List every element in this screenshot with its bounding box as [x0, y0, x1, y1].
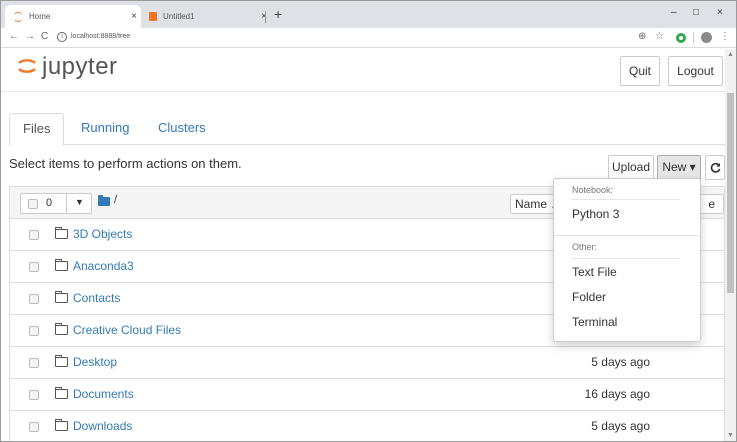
browser-tab-label: Untitled1 — [163, 12, 195, 21]
reload-icon[interactable]: C — [41, 31, 48, 42]
file-name-link[interactable]: Anaconda3 — [73, 259, 134, 273]
new-button[interactable]: New ▾ — [657, 155, 701, 180]
tab-running[interactable]: Running — [68, 113, 142, 145]
quit-button[interactable]: Quit — [620, 56, 660, 86]
select-all-checkbox[interactable] — [28, 199, 38, 209]
browser-toolbar: ← → C i localhost:8888/tree ⊕ ☆ ⋮ — [1, 28, 736, 48]
refresh-icon — [710, 162, 720, 173]
menu-item-text-file[interactable]: Text File — [572, 265, 617, 279]
jupyter-favicon-icon — [13, 11, 23, 22]
file-name-link[interactable]: Documents — [73, 387, 134, 401]
minimize-icon[interactable]: – — [671, 7, 677, 18]
file-name-link[interactable]: Contacts — [73, 291, 120, 305]
row-checkbox[interactable] — [29, 262, 39, 272]
sort-by-last-modified-button[interactable]: e — [700, 194, 724, 214]
scroll-thumb[interactable] — [727, 93, 734, 293]
browser-tab-strip: Home × Untitled1 × + – □ × — [1, 1, 736, 28]
address-bar[interactable]: localhost:8888/tree — [71, 33, 130, 40]
notebook-section-header: Notebook: — [572, 185, 614, 195]
bookmark-star-icon[interactable]: ☆ — [655, 31, 664, 42]
selected-count: 0 — [46, 197, 53, 209]
row-checkbox[interactable] — [29, 326, 39, 336]
jupyter-header: jupyter — [1, 49, 725, 92]
menu-item-python3[interactable]: Python 3 — [572, 207, 619, 221]
browser-window: Home × Untitled1 × + – □ × ← → C i local… — [0, 0, 737, 442]
profile-avatar[interactable] — [701, 32, 712, 43]
select-all-dropdown[interactable]: 0 ▼ — [20, 193, 92, 214]
tab-clusters[interactable]: Clusters — [145, 113, 219, 145]
browser-tab-home[interactable]: Home × — [5, 5, 141, 28]
file-name-link[interactable]: Creative Cloud Files — [73, 323, 181, 337]
browser-menu-icon[interactable]: ⋮ — [720, 31, 730, 42]
row-checkbox[interactable] — [29, 390, 39, 400]
folder-icon — [55, 419, 68, 431]
file-name-link[interactable]: Downloads — [73, 419, 132, 433]
file-modified: 5 days ago — [591, 419, 650, 433]
folder-icon — [55, 259, 68, 271]
refresh-button[interactable] — [705, 155, 725, 180]
file-modified: 5 days ago — [591, 355, 650, 369]
folder-icon — [55, 387, 68, 399]
browser-tab-notebook[interactable]: Untitled1 × — [141, 5, 271, 28]
page-scrollbar[interactable]: ▲ ▼ — [725, 49, 736, 441]
new-dropdown-menu: Notebook: Python 3 Other: Text File Fold… — [553, 178, 701, 342]
new-tab-button[interactable]: + — [274, 6, 282, 22]
file-modified: 16 days ago — [584, 387, 650, 401]
list-item[interactable]: Documents 16 days ago — [9, 379, 725, 411]
instructions-text: Select items to perform actions on them. — [9, 156, 242, 171]
zoom-icon[interactable]: ⊕ — [638, 31, 646, 42]
forward-icon[interactable]: → — [25, 31, 35, 42]
list-item[interactable]: Desktop 5 days ago — [9, 347, 725, 379]
breadcrumb[interactable]: / — [114, 194, 117, 206]
jupyter-logo-icon[interactable] — [16, 55, 38, 77]
close-window-icon[interactable]: × — [717, 7, 723, 18]
close-tab-icon[interactable]: × — [127, 11, 141, 22]
select-divider — [66, 194, 67, 213]
row-checkbox[interactable] — [29, 294, 39, 304]
menu-item-folder[interactable]: Folder — [572, 290, 606, 304]
folder-icon — [55, 227, 68, 239]
file-name-link[interactable]: Desktop — [73, 355, 117, 369]
browser-tab-label: Home — [29, 12, 51, 21]
upload-button[interactable]: Upload — [608, 155, 654, 180]
jupyter-logo-text[interactable]: jupyter — [42, 53, 118, 81]
folder-icon — [55, 291, 68, 303]
notebook-favicon-icon — [149, 12, 157, 21]
back-icon[interactable]: ← — [9, 31, 19, 42]
other-section-header: Other: — [572, 242, 598, 252]
caret-down-icon[interactable]: ▼ — [75, 197, 84, 207]
tab-divider — [265, 11, 266, 23]
row-checkbox[interactable] — [29, 422, 39, 432]
row-checkbox[interactable] — [29, 230, 39, 240]
extension-icon[interactable] — [676, 33, 686, 43]
menu-item-terminal[interactable]: Terminal — [572, 315, 617, 329]
scroll-up-icon[interactable]: ▲ — [727, 51, 734, 58]
toolbar-divider — [693, 32, 694, 43]
dashboard-tabs: Files Running Clusters — [9, 113, 725, 146]
logout-button[interactable]: Logout — [668, 56, 723, 86]
maximize-icon[interactable]: □ — [693, 7, 699, 18]
folder-icon — [55, 355, 68, 367]
folder-icon — [55, 323, 68, 335]
menu-rule — [572, 199, 680, 200]
folder-icon[interactable] — [98, 195, 110, 206]
site-info-icon[interactable]: i — [57, 32, 67, 42]
list-item[interactable]: Downloads 5 days ago — [9, 411, 725, 441]
menu-divider — [554, 235, 700, 236]
file-name-link[interactable]: 3D Objects — [73, 227, 132, 241]
scroll-down-icon[interactable]: ▼ — [727, 432, 734, 439]
menu-rule — [572, 258, 680, 259]
row-checkbox[interactable] — [29, 358, 39, 368]
close-tab-icon[interactable]: × — [257, 11, 271, 22]
tab-files[interactable]: Files — [9, 113, 65, 146]
